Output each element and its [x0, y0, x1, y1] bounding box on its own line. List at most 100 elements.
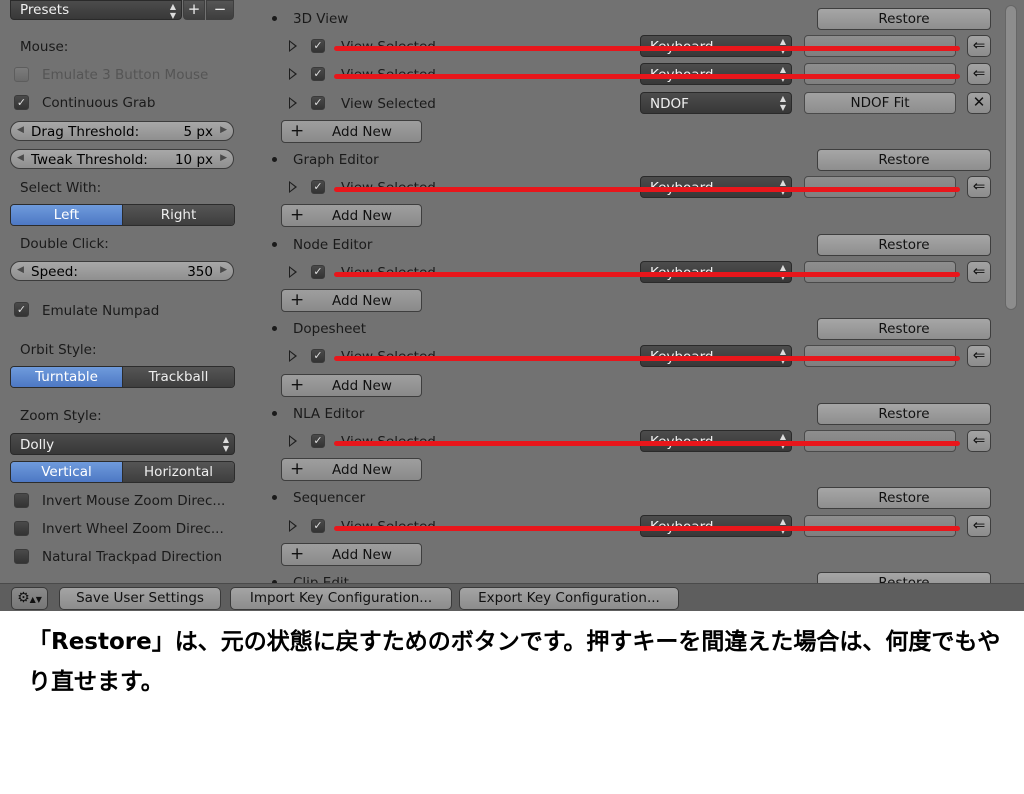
restore-button[interactable]: Restore [817, 402, 991, 425]
updown-icon: ▲▼ [29, 595, 42, 604]
input-type-dropdown[interactable]: NDOF ▲ ▼ [640, 91, 792, 114]
editor-type-button[interactable]: ⚙▲▼ [11, 587, 48, 610]
restore-button[interactable]: Restore [817, 318, 991, 341]
continuous-grab-label: Continuous Grab [42, 95, 156, 111]
active-checkbox[interactable]: ✓ [311, 349, 325, 364]
double-click-speed-field[interactable]: ◀ Speed: 350 ▶ [10, 261, 234, 281]
add-new-button[interactable]: + Add New [281, 373, 422, 397]
presets-dropdown[interactable]: Presets ▲ ▼ [10, 0, 182, 20]
expand-triangle-icon[interactable] [289, 40, 297, 53]
orbit-turntable-button[interactable]: Turntable [11, 367, 122, 387]
back-arrow-icon: ⇐ [972, 346, 986, 365]
add-new-label: Add New [332, 293, 392, 309]
add-new-button[interactable]: + Add New [281, 458, 422, 482]
plus-icon: + [290, 374, 305, 395]
key-binding-field[interactable]: NDOF Fit [804, 91, 956, 114]
scrollbar-thumb[interactable] [1005, 5, 1017, 310]
active-checkbox[interactable]: ✓ [311, 180, 325, 195]
zoom-style-label: Zoom Style: [20, 408, 102, 424]
zoom-style-dropdown[interactable]: Dolly ▲ ▼ [10, 433, 235, 455]
restore-button[interactable]: Restore [817, 233, 991, 256]
add-new-button[interactable]: + Add New [281, 289, 422, 312]
expand-triangle-icon[interactable] [289, 350, 297, 363]
restore-item-button[interactable]: ⇐ [967, 430, 991, 452]
expand-triangle-icon[interactable] [289, 96, 297, 109]
restore-item-button[interactable]: ⇐ [967, 35, 991, 58]
annotation-underline [334, 74, 960, 80]
annotation-underline [334, 525, 960, 531]
restore-item-button[interactable]: ⇐ [967, 260, 991, 283]
continuous-grab-checkbox[interactable]: ✓ [14, 95, 29, 110]
restore-button[interactable]: Restore [817, 8, 991, 30]
active-checkbox[interactable]: ✓ [311, 95, 325, 110]
updown-icon: ▲▼ [169, 2, 176, 20]
restore-item-button[interactable]: ⇐ [967, 345, 991, 368]
restore-item-button[interactable]: ⇐ [967, 63, 991, 86]
restore-item-button[interactable]: ⇐ [967, 514, 991, 537]
remove-preset-button[interactable]: − [206, 0, 234, 20]
section-bullet-icon [272, 495, 277, 501]
drag-threshold-field[interactable]: ◀ Drag Threshold: 5 px ▶ [10, 121, 234, 141]
expand-triangle-icon[interactable] [289, 265, 297, 278]
add-new-label: Add New [332, 546, 392, 563]
back-arrow-icon: ⇐ [972, 261, 986, 280]
decrement-arrow-icon[interactable]: ◀ [17, 265, 24, 275]
tweak-threshold-label: Tweak Threshold: [31, 152, 148, 168]
expand-triangle-icon[interactable] [289, 181, 297, 194]
annotation-underline [334, 46, 960, 52]
decrement-arrow-icon[interactable]: ◀ [17, 125, 24, 135]
tweak-threshold-field[interactable]: ◀ Tweak Threshold: 10 px ▶ [10, 149, 234, 169]
increment-arrow-icon[interactable]: ▶ [220, 153, 227, 163]
updown-icon: ▲▼ [779, 93, 786, 112]
emulate-numpad-checkbox[interactable]: ✓ [14, 302, 29, 317]
expand-triangle-icon[interactable] [289, 435, 297, 447]
expand-triangle-icon[interactable] [289, 519, 297, 532]
import-key-configuration-button[interactable]: Import Key Configuration... [230, 587, 452, 610]
decrement-arrow-icon[interactable]: ◀ [17, 153, 24, 163]
natural-trackpad-checkbox[interactable] [14, 549, 29, 564]
section-name: Sequencer [293, 490, 366, 507]
check-icon: ✓ [313, 67, 323, 81]
invert-wheel-zoom-checkbox[interactable] [14, 521, 29, 536]
preferences-window: Presets ▲ ▼ + − Mouse: Emulate 3 Button M… [0, 0, 1024, 611]
remove-binding-button[interactable]: ✕ [967, 91, 991, 114]
add-new-label: Add New [332, 462, 392, 479]
active-checkbox[interactable]: ✓ [311, 67, 325, 82]
invert-wheel-zoom-label: Invert Wheel Zoom Direc... [42, 521, 224, 537]
expand-triangle-icon[interactable] [289, 68, 297, 81]
add-new-button[interactable]: + Add New [281, 204, 422, 228]
plus-icon: + [290, 543, 305, 564]
tweak-threshold-value: 10 px [174, 152, 213, 168]
save-user-settings-button[interactable]: Save User Settings [59, 587, 221, 610]
orbit-trackball-button[interactable]: Trackball [122, 367, 234, 387]
section-name: Graph Editor [293, 152, 379, 168]
restore-button[interactable]: Restore [817, 487, 991, 510]
restore-item-button[interactable]: ⇐ [967, 176, 991, 199]
emulate-3-button-checkbox[interactable] [14, 67, 29, 82]
add-new-button[interactable]: + Add New [281, 542, 422, 566]
increment-arrow-icon[interactable]: ▶ [220, 125, 227, 135]
check-icon: ✓ [313, 39, 323, 53]
section-name: 3D View [293, 11, 349, 27]
select-left-button[interactable]: Left [11, 205, 122, 225]
restore-button[interactable]: Restore [817, 149, 991, 171]
active-checkbox[interactable]: ✓ [311, 518, 325, 533]
select-right-button[interactable]: Right [122, 205, 234, 225]
active-checkbox[interactable]: ✓ [311, 264, 325, 279]
export-key-configuration-button[interactable]: Export Key Configuration... [459, 587, 679, 610]
add-preset-button[interactable]: + [183, 0, 205, 20]
zoom-vertical-button[interactable]: Vertical [11, 462, 122, 482]
invert-mouse-zoom-checkbox[interactable] [14, 493, 29, 508]
increment-arrow-icon[interactable]: ▶ [220, 265, 227, 275]
active-checkbox[interactable]: ✓ [311, 39, 325, 54]
minus-icon: − [213, 0, 227, 18]
zoom-horizontal-button[interactable]: Horizontal [122, 462, 234, 482]
action-name: View Selected [341, 95, 436, 112]
orbit-style-label: Orbit Style: [20, 342, 97, 358]
add-new-button[interactable]: + Add New [281, 119, 422, 143]
active-checkbox[interactable]: ✓ [311, 434, 325, 448]
annotation-underline [334, 356, 960, 362]
check-icon: ✓ [16, 303, 27, 316]
natural-trackpad-label: Natural Trackpad Direction [42, 549, 223, 565]
add-new-label: Add New [332, 208, 392, 225]
